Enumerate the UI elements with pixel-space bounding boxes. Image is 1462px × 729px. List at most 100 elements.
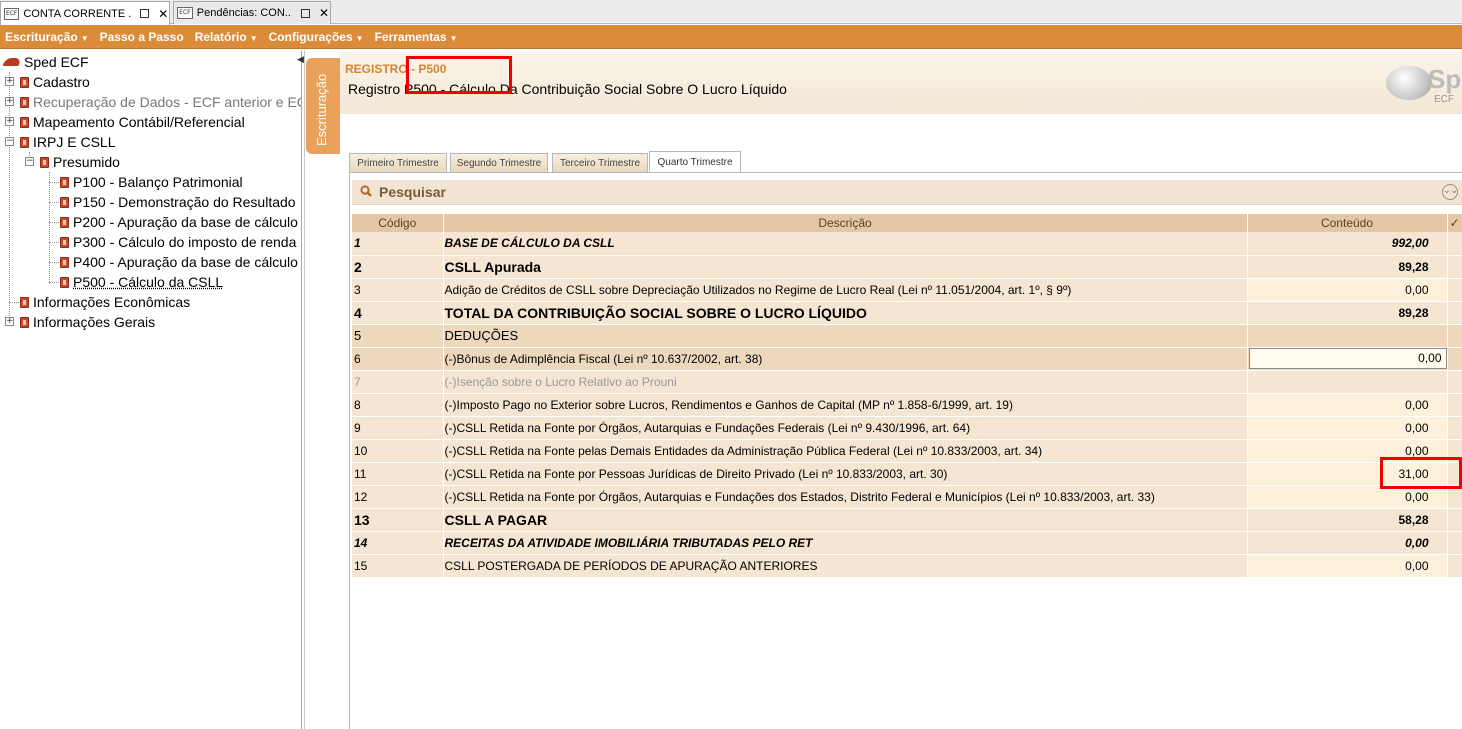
tree-label: P500 - Cálculo da CSLL [73, 274, 224, 290]
table-row[interactable]: 3 Adição de Créditos de CSLL sobre Deprec… [352, 278, 1462, 302]
column-header-description[interactable]: Descrição [443, 214, 1248, 232]
cell-description: (-)CSLL Retida na Fonte por Órgãos, Auta… [443, 485, 1248, 509]
chevron-down-icon: ▼ [80, 33, 89, 43]
expand-icon[interactable]: + [5, 117, 14, 126]
tree-item-cadastro[interactable]: Cadastro [20, 72, 90, 92]
tab-pendencias[interactable]: ECF Pendências: CON... ✕ [173, 1, 331, 24]
table-row[interactable]: 6 (-)Bônus de Adimplência Fiscal (Lei nº … [352, 347, 1462, 371]
chevron-down-icon: ▼ [249, 33, 258, 43]
maximize-icon[interactable] [139, 8, 150, 20]
cell-check [1447, 554, 1462, 578]
collapse-icon[interactable]: − [5, 137, 14, 146]
cell-content[interactable]: 0,00 [1247, 554, 1448, 578]
tab-quarto-trimestre[interactable]: Quarto Trimestre [649, 151, 741, 173]
cell-description: (-)CSLL Retida na Fonte por Pessoas Jurí… [443, 462, 1248, 486]
tab-segundo-trimestre[interactable]: Segundo Trimestre [450, 153, 548, 173]
ecf-app-icon: ECF [4, 7, 20, 20]
menu-escrituracao[interactable]: Escrituração ▼ [5, 30, 89, 44]
tree-item-mapeamento[interactable]: Mapeamento Contábil/Referencial [20, 112, 245, 132]
search-icon [360, 185, 372, 197]
tree-root-sped-ecf[interactable]: Sped ECF [2, 52, 89, 72]
cell-content: 58,28 [1247, 508, 1448, 532]
collapse-icon[interactable]: − [25, 157, 34, 166]
maximize-icon[interactable] [299, 7, 311, 19]
cell-check [1447, 416, 1462, 440]
tree-item-recuperacao-dados[interactable]: Recuperação de Dados - ECF anterior e EC [20, 92, 301, 112]
cell-code: 3 [352, 278, 444, 302]
app-window: ECF CONTA CORRENTE ... ✕ ECF Pendências:… [0, 0, 1462, 729]
chevron-down-icon: ▼ [355, 33, 364, 43]
tree-label: Sped ECF [24, 54, 89, 70]
tree-item-p400[interactable]: P400 - Apuração da base de cálculo [60, 252, 298, 272]
book-icon [20, 316, 29, 328]
table-row[interactable]: 13 CSLL A PAGAR 58,28 [352, 508, 1462, 532]
table-row[interactable]: 5 DEDUÇÕES [352, 324, 1462, 348]
table-row[interactable]: 7 (-)Isenção sobre o Lucro Relativo ao Pr… [352, 370, 1462, 394]
menu-ferramentas[interactable]: Ferramentas ▼ [375, 30, 458, 44]
tree-item-p500[interactable]: P500 - Cálculo da CSLL [60, 272, 223, 292]
table-row[interactable]: 14 RECEITAS DA ATIVIDADE IMOBILIÁRIA TRIB… [352, 531, 1462, 555]
menu-passo-a-passo[interactable]: Passo a Passo [100, 30, 184, 44]
tab-conta-corrente[interactable]: ECF CONTA CORRENTE ... ✕ [0, 1, 170, 25]
table-header-row: Código Descrição Conteúdo ✓ [352, 214, 1462, 232]
cell-code: 6 [352, 347, 444, 371]
collapse-panel-icon[interactable]: ◀ [297, 54, 304, 65]
search-panel[interactable]: Pesquisar ⌄⌄ [352, 180, 1462, 205]
table-row[interactable]: 12 (-)CSLL Retida na Fonte por Órgãos, Au… [352, 485, 1462, 509]
tree-item-informacoes-gerais[interactable]: Informações Gerais [20, 312, 155, 332]
tab-terceiro-trimestre[interactable]: Terceiro Trimestre [552, 153, 648, 173]
tree-item-p200[interactable]: P200 - Apuração da base de cálculo [60, 212, 298, 232]
cell-content[interactable]: 0,00 [1247, 416, 1448, 440]
checkmark-icon[interactable]: ✓ [1447, 214, 1462, 232]
expand-icon[interactable]: + [5, 77, 14, 86]
tree-item-p150[interactable]: P150 - Demonstração do Resultado [60, 192, 296, 212]
table-row[interactable]: 15 CSLL POSTERGADA DE PERÍODOS DE APURAÇÃ… [352, 554, 1462, 578]
double-chevron-down-icon[interactable]: ⌄⌄ [1442, 184, 1458, 200]
expand-icon[interactable]: + [5, 97, 14, 106]
table-body: 1 BASE DE CÁLCULO DA CSLL 992,00 2 CSLL Apur… [352, 232, 1462, 578]
tree-label: P400 - Apuração da base de cálculo [73, 254, 298, 270]
cell-check [1447, 347, 1462, 371]
expand-icon[interactable]: + [5, 317, 14, 326]
book-icon [60, 236, 69, 248]
table-row[interactable]: 10 (-)CSLL Retida na Fonte pelas Demais E… [352, 439, 1462, 463]
cell-code: 12 [352, 485, 444, 509]
column-header-content[interactable]: Conteúdo [1247, 214, 1448, 232]
book-icon [60, 216, 69, 228]
cell-description: (-)CSLL Retida na Fonte por Órgãos, Auta… [443, 416, 1248, 440]
tree-label: IRPJ E CSLL [33, 134, 116, 150]
tree-item-presumido[interactable]: Presumido [40, 152, 120, 172]
content-input[interactable]: 0,00 [1248, 348, 1446, 369]
book-icon [40, 156, 49, 168]
divider [304, 50, 305, 729]
book-icon [60, 176, 69, 188]
side-tab-escrituracao[interactable]: Escrituração [306, 58, 340, 154]
table-row[interactable]: 4 TOTAL DA CONTRIBUIÇÃO SOCIAL SOBRE O LU… [352, 301, 1462, 325]
logo-text: Sp [1428, 64, 1462, 94]
cell-code: 7 [352, 370, 444, 394]
cell-content [1247, 324, 1448, 348]
cell-description: (-)Bônus de Adimplência Fiscal (Lei nº 1… [443, 347, 1248, 371]
table-row[interactable]: 2 CSLL Apurada 89,28 [352, 255, 1462, 279]
book-icon [20, 116, 29, 128]
tab-primeiro-trimestre[interactable]: Primeiro Trimestre [349, 153, 447, 173]
cell-code: 4 [352, 301, 444, 325]
menu-relatorio[interactable]: Relatório ▼ [195, 30, 258, 44]
table-row[interactable]: 9 (-)CSLL Retida na Fonte por Órgãos, Aut… [352, 416, 1462, 440]
table-row[interactable]: 1 BASE DE CÁLCULO DA CSLL 992,00 [352, 232, 1462, 256]
tree-item-p100[interactable]: P100 - Balanço Patrimonial [60, 172, 243, 192]
cell-code: 10 [352, 439, 444, 463]
column-header-code[interactable]: Código [352, 214, 444, 232]
menu-configuracoes[interactable]: Configurações ▼ [269, 30, 364, 44]
tab-label: CONTA CORRENTE ... [23, 7, 133, 20]
tree-item-irpj-csll[interactable]: IRPJ E CSLL [20, 132, 115, 152]
table-row[interactable]: 8 (-)Imposto Pago no Exterior sobre Lucro… [352, 393, 1462, 417]
tree-item-p300[interactable]: P300 - Cálculo do imposto de renda [60, 232, 296, 252]
table-row[interactable]: 11 (-)CSLL Retida na Fonte por Pessoas Ju… [352, 462, 1462, 486]
cell-content[interactable]: 0,00 [1247, 278, 1448, 302]
close-icon[interactable]: ✕ [158, 8, 169, 20]
close-icon[interactable]: ✕ [318, 7, 330, 19]
tree-item-informacoes-economicas[interactable]: Informações Econômicas [20, 292, 190, 312]
cell-content[interactable]: 0,00 [1247, 347, 1448, 371]
cell-content[interactable]: 0,00 [1247, 393, 1448, 417]
